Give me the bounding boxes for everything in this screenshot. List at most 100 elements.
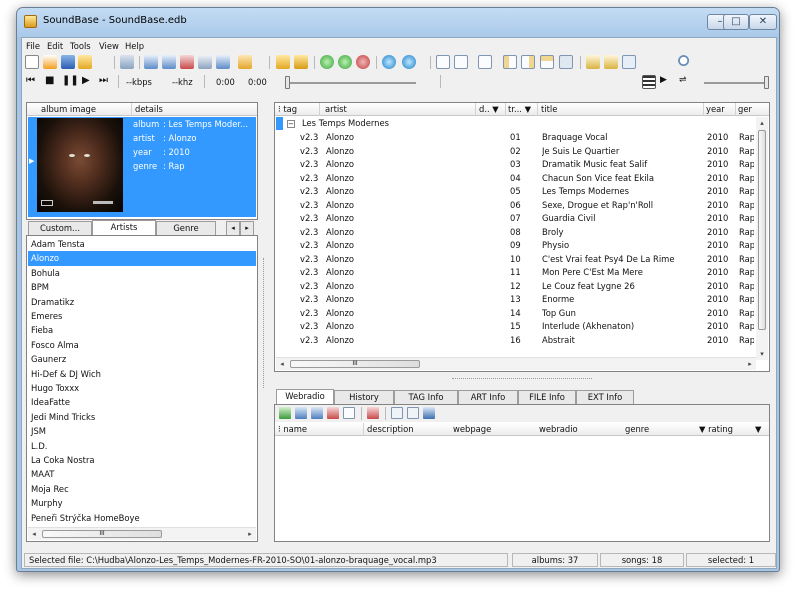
- column-track[interactable]: tr... ▼: [508, 104, 531, 114]
- column-disc[interactable]: d.. ▼: [479, 104, 499, 114]
- web-search-icon[interactable]: [402, 55, 416, 69]
- track-row[interactable]: v2.3 Alonzo 14 Top Gun 2010 Rap: [276, 307, 754, 321]
- track-row[interactable]: v2.3 Alonzo 15 Interlude (Akhenaton) 2010 Rap: [276, 320, 754, 334]
- tab-file-info[interactable]: FILE Info: [518, 390, 576, 404]
- next-icon[interactable]: ⏭: [99, 75, 108, 86]
- column-rating[interactable]: ▼ rating: [699, 424, 733, 434]
- tab-artists[interactable]: Artists: [92, 220, 156, 235]
- artist-hscrollbar[interactable]: ◂ III ▸: [28, 527, 256, 540]
- tag-edit-icon[interactable]: [604, 55, 618, 69]
- artist-list-item[interactable]: MAAT: [28, 467, 256, 481]
- group-row[interactable]: − Les Temps Modernes: [276, 117, 754, 131]
- artist-list-item[interactable]: La Coka Nostra: [28, 453, 256, 467]
- tab-custom[interactable]: Custom...: [28, 221, 92, 235]
- panel-left-icon[interactable]: [503, 55, 517, 69]
- artist-list-item[interactable]: Dramatikz: [28, 295, 256, 309]
- grid-icon[interactable]: [198, 55, 212, 69]
- artist-list-item[interactable]: Gaunerz: [28, 352, 256, 366]
- track-row[interactable]: v2.3 Alonzo 12 Le Couz feat Lygne 26 2010 Rap: [276, 280, 754, 294]
- column-webpage[interactable]: webpage: [453, 424, 491, 434]
- artist-list-item[interactable]: L.D.: [28, 439, 256, 453]
- add-folder-icon[interactable]: [162, 55, 176, 69]
- uncheck-icon[interactable]: [356, 55, 370, 69]
- tools-icon[interactable]: [120, 55, 134, 69]
- artist-list-item[interactable]: Hi-Def & DJ Wich: [28, 367, 256, 381]
- scroll-right-arrow[interactable]: ▸: [244, 528, 256, 540]
- add-station-icon[interactable]: [279, 407, 291, 419]
- layout-columns-icon[interactable]: [478, 55, 492, 69]
- artist-list-item[interactable]: Jedi Mind Tricks: [28, 410, 256, 424]
- artist-list-item[interactable]: JSM: [28, 424, 256, 438]
- track-row[interactable]: v2.3 Alonzo 05 Les Temps Modernes 2010 Rap: [276, 185, 754, 199]
- save-icon[interactable]: [61, 55, 75, 69]
- track-row[interactable]: v2.3 Alonzo 13 Enorme 2010 Rap: [276, 293, 754, 307]
- artist-hscroll-thumb[interactable]: III: [42, 530, 162, 538]
- export-list-icon[interactable]: [407, 407, 419, 419]
- check-icon[interactable]: [320, 55, 334, 69]
- export-icon[interactable]: [238, 55, 252, 69]
- column-artist[interactable]: artist: [325, 104, 347, 114]
- artist-list-item[interactable]: BPM: [28, 280, 256, 294]
- layout-single-icon[interactable]: [436, 55, 450, 69]
- tab-tag-info[interactable]: TAG Info: [394, 390, 458, 404]
- artist-list-item[interactable]: Hugo Toxxx: [28, 381, 256, 395]
- menu-help[interactable]: Help: [125, 41, 144, 51]
- search-icon[interactable]: [678, 55, 692, 69]
- menu-file[interactable]: File: [26, 41, 40, 51]
- artist-list-item[interactable]: Emeres: [28, 309, 256, 323]
- play-mode-icon[interactable]: ▶: [660, 75, 667, 85]
- seek-thumb[interactable]: [285, 76, 290, 89]
- volume-track[interactable]: [704, 82, 768, 84]
- column-title[interactable]: title: [541, 104, 557, 114]
- tab-ext-info[interactable]: EXT Info: [576, 390, 634, 404]
- copy-station-icon[interactable]: [311, 407, 323, 419]
- playlist-icon[interactable]: [642, 75, 656, 89]
- track-row[interactable]: v2.3 Alonzo 01 Braquage Vocal 2010 Rap: [276, 131, 754, 145]
- stop-icon[interactable]: ■: [45, 75, 54, 86]
- globe-icon[interactable]: [382, 55, 396, 69]
- artist-list-item[interactable]: Murphy: [28, 496, 256, 510]
- collapse-icon[interactable]: −: [287, 120, 295, 128]
- tab-art-info[interactable]: ART Info: [458, 390, 518, 404]
- delete-station-icon[interactable]: [327, 407, 339, 419]
- play-icon[interactable]: ▶: [82, 75, 90, 86]
- track-vscrollbar[interactable]: ▴ ▾: [756, 117, 768, 360]
- scroll-down-arrow[interactable]: ▾: [756, 348, 768, 360]
- tag-icon[interactable]: [586, 55, 600, 69]
- panel-right-icon[interactable]: [521, 55, 535, 69]
- panel-bottom-icon[interactable]: [559, 55, 573, 69]
- new-file-icon[interactable]: [25, 55, 39, 69]
- track-row[interactable]: v2.3 Alonzo 16 Abstrait 2010 Rap: [276, 334, 754, 348]
- scroll-up-arrow[interactable]: ▴: [756, 117, 768, 129]
- play-station-icon[interactable]: [423, 407, 435, 419]
- artist-list-item[interactable]: Moja Rec: [28, 482, 256, 496]
- track-vscroll-thumb[interactable]: [758, 130, 766, 330]
- import-list-icon[interactable]: [391, 407, 403, 419]
- add-files-icon[interactable]: [144, 55, 158, 69]
- column-genre[interactable]: genre: [625, 424, 649, 434]
- remove-station-icon[interactable]: [367, 407, 379, 419]
- column-album-image[interactable]: album image: [41, 104, 96, 114]
- artist-list-item[interactable]: Alonzo: [28, 251, 256, 266]
- tab-scroll-left[interactable]: ◂: [226, 221, 240, 235]
- menu-view[interactable]: View: [99, 41, 119, 51]
- track-row[interactable]: v2.3 Alonzo 09 Physio 2010 Rap: [276, 239, 754, 253]
- maximize-button[interactable]: □: [723, 14, 749, 30]
- horizontal-splitter[interactable]: [452, 378, 592, 380]
- edit-station-icon[interactable]: [295, 407, 307, 419]
- tab-genre[interactable]: Genre: [156, 221, 216, 235]
- artist-list-item[interactable]: Fosco Alma: [28, 338, 256, 352]
- folder-icon[interactable]: [276, 55, 290, 69]
- volume-mode-icon[interactable]: ⇌: [679, 75, 687, 85]
- track-row[interactable]: v2.3 Alonzo 08 Broly 2010 Rap: [276, 226, 754, 240]
- column-description[interactable]: description: [367, 424, 414, 434]
- column-year[interactable]: year: [706, 104, 725, 114]
- remove-icon[interactable]: [180, 55, 194, 69]
- track-row[interactable]: v2.3 Alonzo 04 Chacun Son Vice feat Ekila 20…: [276, 172, 754, 186]
- track-hscroll-thumb[interactable]: III: [290, 360, 420, 368]
- column-webradio[interactable]: webradio: [539, 424, 578, 434]
- track-row[interactable]: v2.3 Alonzo 06 Sexe, Drogue et Rap'n'Roll 20…: [276, 199, 754, 213]
- toggle-view-icon[interactable]: [622, 55, 636, 69]
- station-grid-icon[interactable]: [343, 407, 355, 419]
- column-details[interactable]: details: [135, 104, 163, 114]
